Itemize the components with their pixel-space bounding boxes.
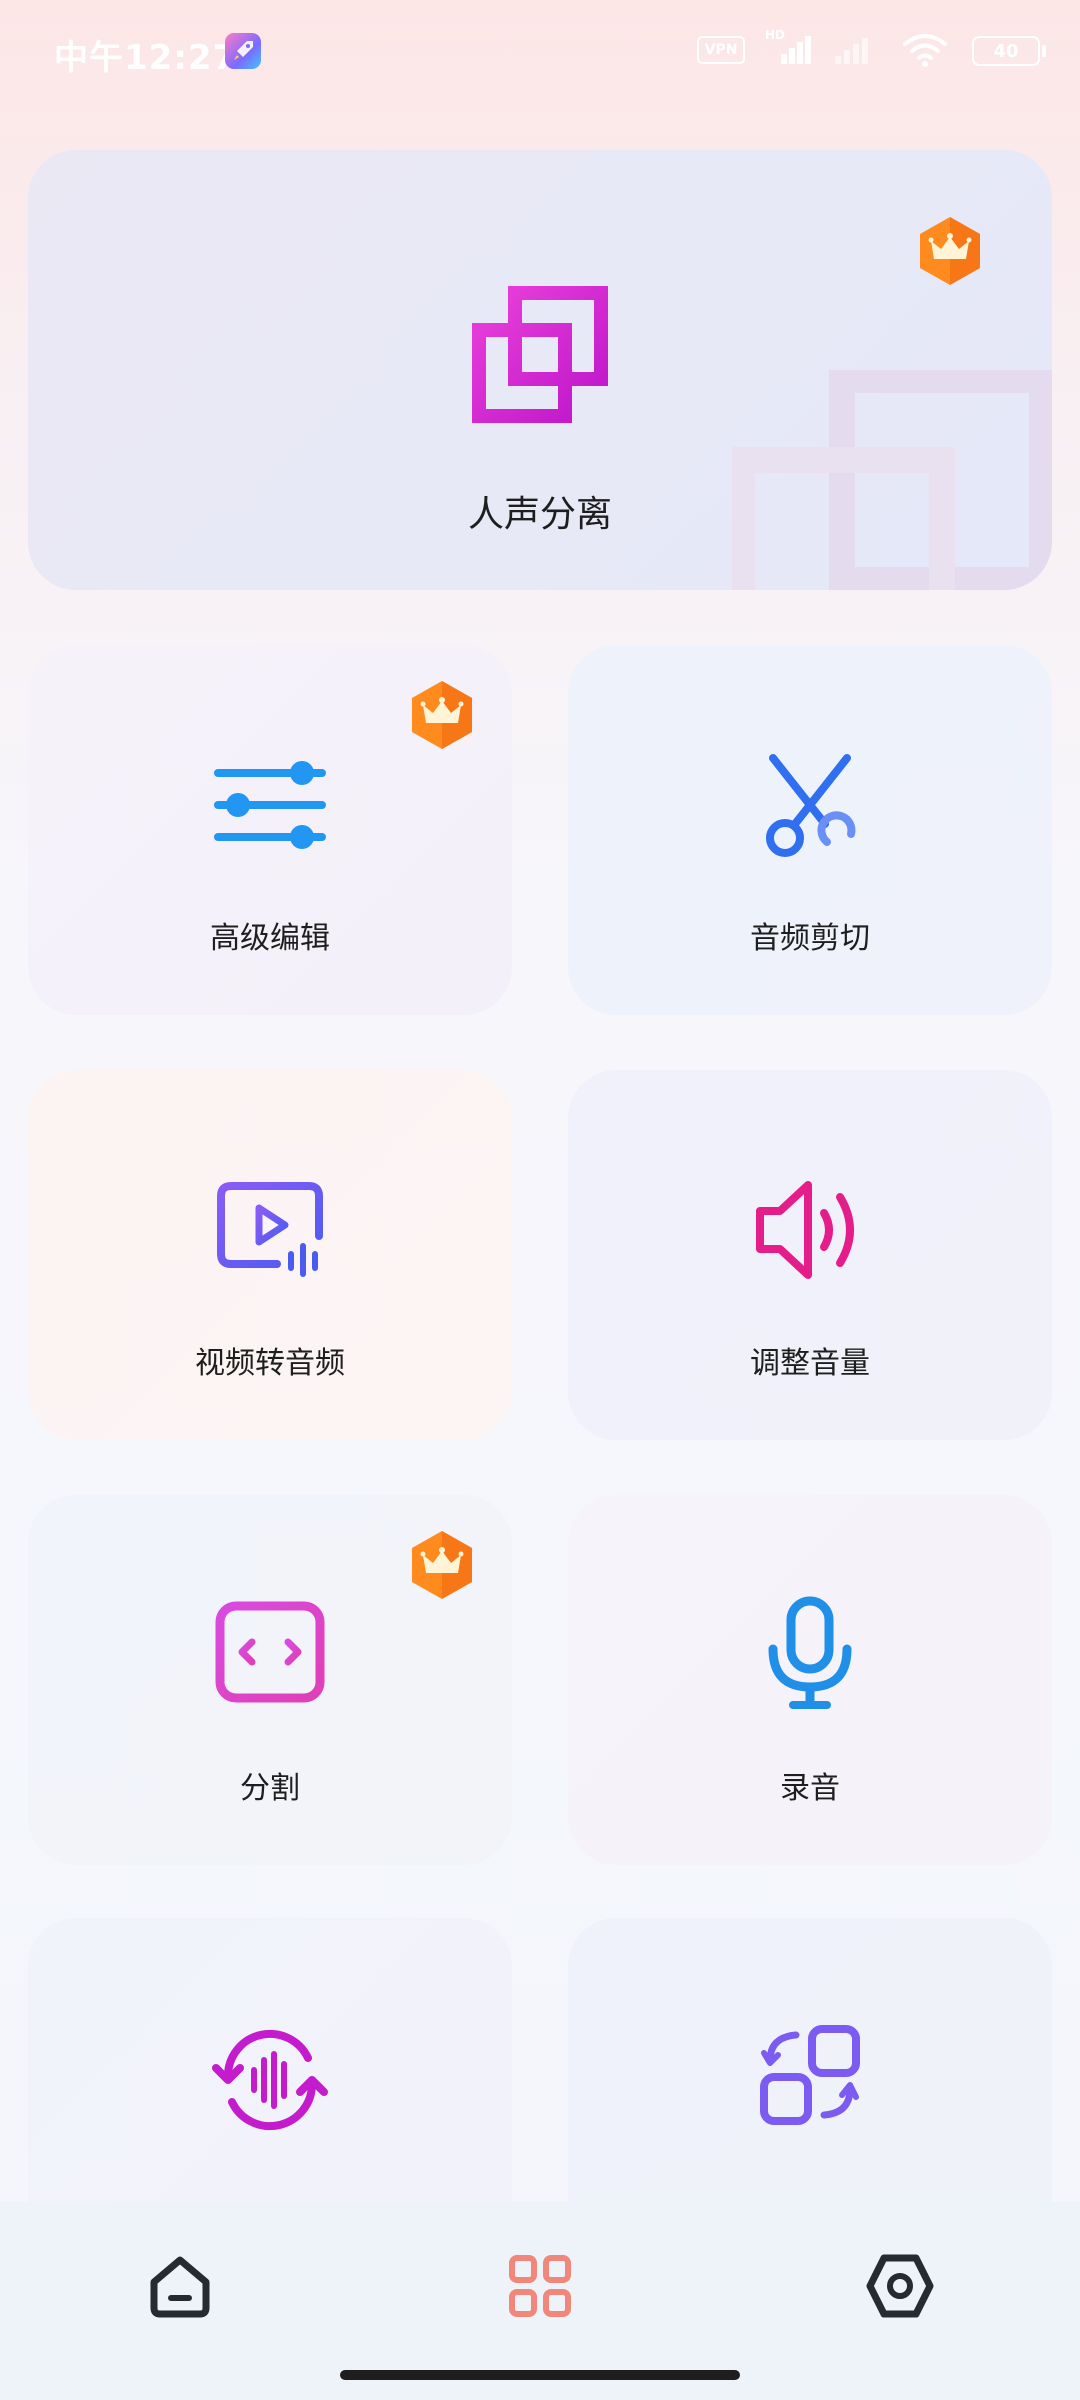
- status-time: 中午12:27: [54, 38, 238, 78]
- split-icon: [215, 1601, 325, 1703]
- advanced-edit-card[interactable]: 高级编辑: [28, 645, 512, 1015]
- format-convert-icon: [760, 2025, 860, 2125]
- premium-crown-icon: [920, 217, 980, 285]
- audio-cut-label: 音频剪切: [750, 921, 870, 956]
- premium-crown-icon: [412, 681, 472, 749]
- scissors-icon: [766, 754, 856, 857]
- nav-home[interactable]: [144, 2250, 216, 2322]
- status-indicators: VPN HD 40: [697, 28, 1046, 72]
- wifi-icon: [902, 32, 948, 72]
- vpn-badge: VPN: [697, 36, 745, 64]
- battery-indicator: 40: [972, 36, 1046, 66]
- signal-secondary-icon: [831, 32, 875, 72]
- adjust-volume-card[interactable]: 调整音量: [568, 1070, 1052, 1440]
- hd-label: HD: [765, 28, 786, 42]
- home-icon: [150, 2256, 210, 2318]
- adjust-volume-label: 调整音量: [750, 1346, 870, 1381]
- settings-icon: [866, 2254, 934, 2318]
- split-card[interactable]: 分割: [28, 1495, 512, 1865]
- grid-icon: [509, 2255, 571, 2317]
- record-card[interactable]: 录音: [568, 1495, 1052, 1865]
- advanced-edit-label: 高级编辑: [210, 921, 330, 956]
- audio-cut-card[interactable]: 音频剪切: [568, 645, 1052, 1015]
- home-indicator: [340, 2370, 740, 2380]
- nav-tools[interactable]: [504, 2250, 576, 2322]
- video-to-audio-card[interactable]: 视频转音频: [28, 1070, 512, 1440]
- rocket-app-icon: [225, 33, 261, 69]
- microphone-icon: [768, 1596, 852, 1709]
- vocal-separation-card[interactable]: 人声分离: [28, 150, 1052, 590]
- signal-icon: HD: [765, 28, 815, 72]
- nav-settings[interactable]: [864, 2250, 936, 2322]
- record-label: 录音: [780, 1771, 840, 1806]
- split-label: 分割: [240, 1771, 300, 1806]
- overlap-squares-icon: [472, 286, 608, 423]
- sliders-icon: [214, 761, 326, 849]
- video-to-audio-label: 视频转音频: [195, 1346, 345, 1381]
- speaker-icon: [756, 1181, 854, 1279]
- audio-cycle-icon: [212, 2029, 328, 2131]
- vocal-separation-label: 人声分离: [467, 494, 612, 535]
- video-to-audio-icon: [217, 1182, 323, 1277]
- premium-crown-icon: [412, 1531, 472, 1599]
- status-bar: 中午12:27 VPN HD 40: [0, 0, 1080, 100]
